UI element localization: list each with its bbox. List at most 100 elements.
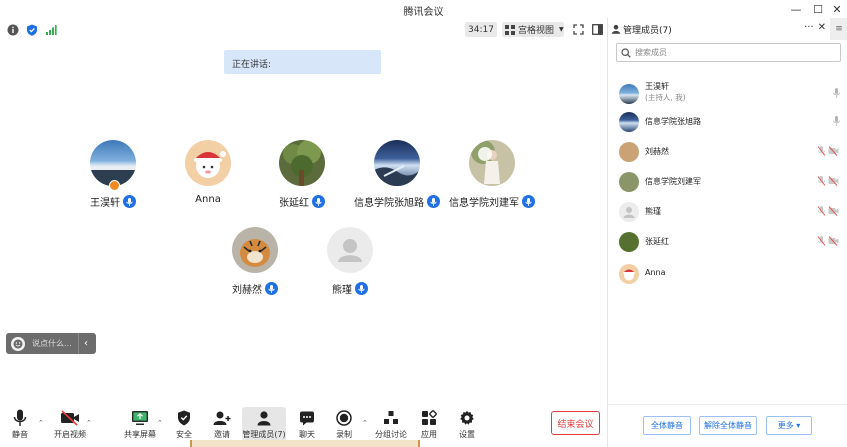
view-mode-label: 宫格视图 [518,26,555,36]
sidebar-toggle-icon[interactable] [590,22,605,37]
members-icon [611,24,621,34]
avatar [619,264,639,284]
mic-on-icon [312,195,325,208]
mic-on-icon [522,195,535,208]
participant-tile[interactable]: 信息学院刘建军 [444,140,540,209]
apps-grid-icon [421,407,437,429]
avatar [279,140,325,186]
breakout-rooms-button[interactable]: 分组讨论 [372,407,410,440]
emoji-icon[interactable] [11,336,25,351]
participant-name: Anna [195,194,221,205]
panel-title: 管理成员(7) [623,25,672,36]
participant-name: 张延红 [279,198,309,209]
invite-button[interactable]: 邀请 [205,407,239,440]
mute-all-button[interactable]: 全体静音 [643,416,691,435]
camera-off-icon[interactable] [828,236,839,246]
security-button[interactable]: 安全 [167,407,201,440]
member-row[interactable]: 熊瑾 [608,196,847,226]
mic-on-icon [265,282,278,295]
members-panel: 管理成员(7) ··· ✕ ≡ 王淏轩 (主持人, 我) 信息学院张旭路 刘赫然 [607,18,847,447]
participant-tile[interactable]: 信息学院张旭路 [349,140,445,209]
quick-chat-bar[interactable]: 说点什么... ‹ [6,333,96,354]
member-name: 刘赫然 [645,147,669,156]
more-options-icon[interactable]: ··· [804,22,814,33]
participant-tile[interactable]: Anna [160,140,256,205]
minimize-button[interactable]: — [785,1,807,17]
avatar [619,202,639,222]
panel-footer: 全体静音 解除全体静音 更多 ▾ [608,404,847,447]
member-row[interactable]: 刘赫然 [608,136,847,166]
apps-button[interactable]: 应用 [412,407,446,440]
camera-off-icon[interactable] [828,206,839,216]
member-row[interactable]: 信息学院刘建军 [608,166,847,196]
participant-tile[interactable]: 王淏轩 [65,140,161,209]
panel-header: 管理成员(7) ··· ✕ ≡ [608,18,847,40]
video-off-icon [60,407,80,429]
record-button[interactable]: 录制 [327,407,361,440]
camera-off-icon[interactable] [828,146,839,156]
mic-muted-icon[interactable] [817,176,826,186]
participant-name: 刘赫然 [232,285,262,296]
avatar [185,140,231,186]
meeting-toolbar: 34:17 宫格视图 ▼ [0,20,607,40]
fullscreen-icon[interactable] [571,22,586,37]
member-name: 熊瑾 [645,207,661,216]
participant-tile[interactable]: 熊瑾 [302,227,398,296]
participant-tile[interactable]: 张延红 [254,140,350,209]
mic-on-icon [355,282,368,295]
start-video-button[interactable]: 开启视频 [50,407,90,440]
close-window-button[interactable]: ✕ [826,1,847,17]
close-panel-icon[interactable]: ✕ [818,22,826,33]
mic-icon[interactable] [833,116,840,129]
avatar [232,227,278,273]
title-bar: 腾讯会议 — ☐ ✕ [0,0,847,18]
camera-off-icon[interactable] [828,176,839,186]
chat-button[interactable]: 聊天 [290,407,324,440]
grid-icon [505,24,515,35]
taskbar-strip [190,440,420,447]
signal-strength-icon[interactable] [44,23,57,36]
manage-members-button[interactable]: 管理成员(7) [242,407,286,441]
avatar [619,172,639,192]
member-search-input[interactable] [635,48,835,57]
mic-muted-icon[interactable] [817,146,826,156]
chat-input-placeholder[interactable]: 说点什么... [32,338,78,349]
search-icon [621,47,631,58]
mute-button[interactable]: 静音 [3,407,37,440]
member-search[interactable] [616,43,841,62]
share-options-caret-icon[interactable]: ⌃ [157,419,163,427]
unmute-all-button[interactable]: 解除全体静音 [699,416,757,435]
member-row[interactable]: Anna [608,258,847,288]
window-title: 腾讯会议 [403,7,444,18]
more-button[interactable]: 更多 ▾ [766,416,812,435]
participant-tile[interactable]: 刘赫然 [207,227,303,296]
collapse-chevron-icon[interactable]: ‹ [79,338,93,349]
member-name: 信息学院刘建军 [645,177,701,186]
member-name: 信息学院张旭路 [645,117,701,126]
video-options-caret-icon[interactable]: ⌃ [86,419,92,427]
mute-options-caret-icon[interactable]: ⌃ [38,419,44,427]
speaking-indicator: 正在讲话: [224,50,381,74]
info-icon[interactable] [6,23,19,36]
settings-button[interactable]: 设置 [450,407,484,440]
shield-icon[interactable] [25,23,38,36]
avatar [327,227,373,273]
member-row[interactable]: 张延红 [608,226,847,256]
member-row[interactable]: 王淏轩 (主持人, 我) [608,78,847,108]
end-meeting-button[interactable]: 结束会议 [551,411,600,435]
share-screen-icon [131,407,149,429]
view-mode-dropdown[interactable]: 宫格视图 ▼ [502,22,564,37]
share-screen-button[interactable]: 共享屏幕 [120,407,160,440]
mic-icon[interactable] [833,88,840,101]
member-name: Anna [645,268,666,277]
meeting-timer: 34:17 [465,22,497,37]
record-options-caret-icon[interactable]: ⌃ [362,419,368,427]
participant-name: 信息学院张旭路 [354,198,424,209]
member-name: 张延红 [645,237,669,246]
avatar [619,232,639,252]
member-row[interactable]: 信息学院张旭路 [608,106,847,136]
mic-muted-icon[interactable] [817,236,826,246]
panel-menu-icon[interactable]: ≡ [830,18,847,40]
avatar [619,142,639,162]
mic-muted-icon[interactable] [817,206,826,216]
